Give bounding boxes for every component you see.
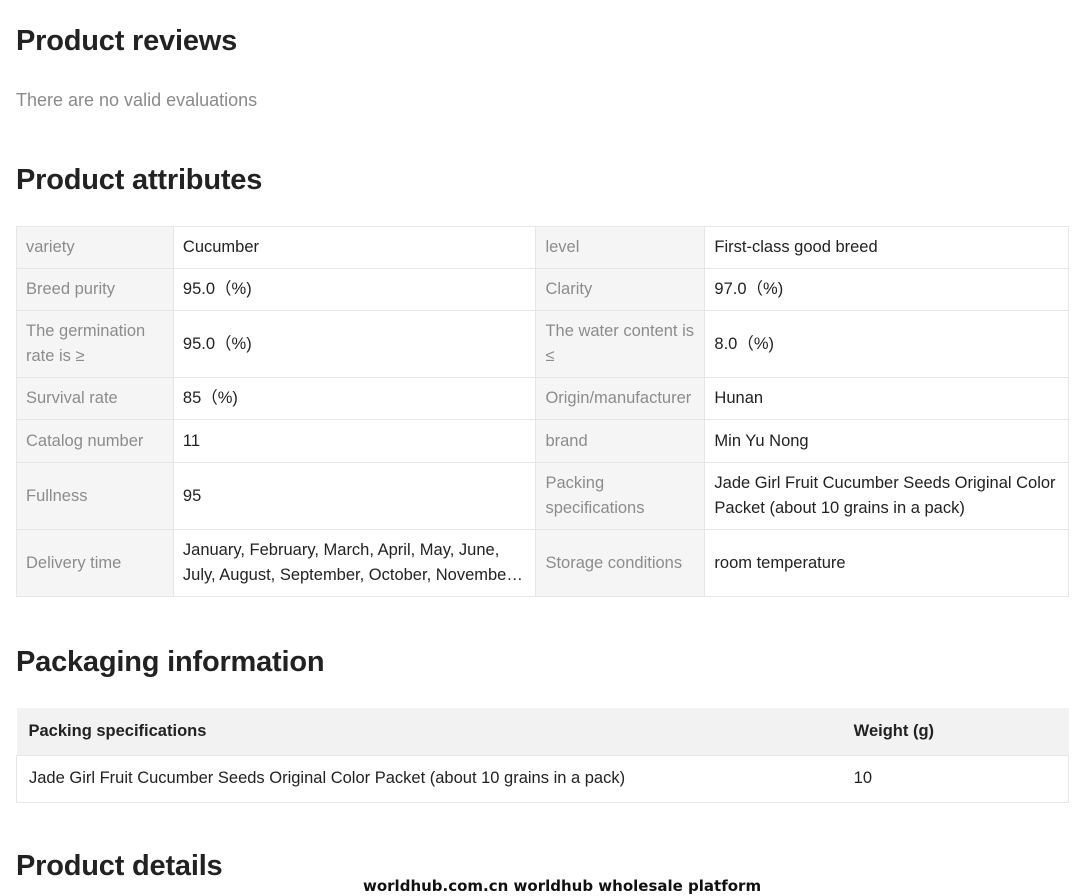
attribute-value: 11 (172, 419, 537, 463)
packaging-section-title: Packaging information (16, 646, 325, 678)
attribute-key: Storage conditions (535, 529, 706, 597)
attribute-key: brand (535, 419, 706, 463)
attribute-value-cell: January, February, March, April, May, Ju… (172, 529, 537, 597)
attributes-row: Breed purity 95.0（%) Clarity 97.0（%) (16, 268, 1069, 311)
attribute-value: Hunan (704, 377, 1069, 420)
attributes-row: variety Cucumber level First-class good … (16, 226, 1069, 269)
attribute-key: Packing specifications (535, 462, 706, 530)
attribute-value: 95.0（%) (172, 268, 537, 311)
attributes-row: Survival rate 85（%) Origin/manufacturer … (16, 377, 1069, 420)
packaging-spec-cell: Jade Girl Fruit Cucumber Seeds Original … (15, 755, 842, 803)
packaging-table: Packing specifications Weight (g) Jade G… (15, 708, 1069, 803)
packaging-row: Jade Girl Fruit Cucumber Seeds Original … (15, 755, 1069, 803)
attributes-section-title: Product attributes (16, 164, 263, 196)
product-page: Product reviews There are no valid evalu… (0, 0, 1078, 896)
attribute-key: Fullness (16, 462, 174, 530)
attribute-value: First-class good breed (704, 226, 1069, 269)
attribute-value: 95 (172, 462, 537, 530)
attribute-value: 85（%) (172, 377, 537, 420)
attribute-key: Survival rate (16, 377, 174, 420)
packaging-header-weight: Weight (g) (841, 708, 1069, 756)
attribute-key: The germination rate is ≥ (16, 310, 174, 378)
attributes-row: Delivery time January, February, March, … (16, 529, 1069, 597)
attribute-value: Min Yu Nong (704, 419, 1069, 463)
attribute-value: Cucumber (172, 226, 537, 269)
attribute-key: variety (16, 226, 174, 269)
attribute-key: Origin/manufacturer (535, 377, 706, 420)
details-section-title: Product details (16, 850, 223, 882)
packaging-header-row: Packing specifications Weight (g) (16, 708, 1069, 756)
attribute-value: 97.0（%) (704, 268, 1069, 311)
attributes-row: The germination rate is ≥ 95.0（%) The wa… (16, 310, 1069, 378)
attributes-row: Catalog number 11 brand Min Yu Nong (16, 419, 1069, 463)
attributes-table: variety Cucumber level First-class good … (16, 226, 1069, 597)
attribute-value: Jade Girl Fruit Cucumber Seeds Original … (704, 462, 1069, 530)
attribute-key: Clarity (535, 268, 706, 311)
attribute-key: Breed purity (16, 268, 174, 311)
watermark-text: worldhub.com.cn worldhub wholesale platf… (363, 877, 762, 895)
reviews-empty-message: There are no valid evaluations (16, 90, 258, 110)
attribute-value: 95.0（%) (172, 310, 537, 378)
attribute-key: The water content is ≤ (535, 310, 706, 378)
attribute-key: Catalog number (16, 419, 174, 463)
attributes-row: Fullness 95 Packing specifications Jade … (16, 462, 1069, 530)
reviews-section-title: Product reviews (16, 25, 238, 57)
packaging-weight-cell: 10 (841, 755, 1069, 803)
attribute-key: Delivery time (16, 529, 174, 597)
attribute-key: level (535, 226, 706, 269)
attribute-value: January, February, March, April, May, Ju… (182, 541, 516, 584)
packaging-header-spec: Packing specifications (16, 708, 842, 756)
attribute-value: 8.0（%) (704, 310, 1069, 378)
attribute-value: room temperature (704, 529, 1069, 597)
